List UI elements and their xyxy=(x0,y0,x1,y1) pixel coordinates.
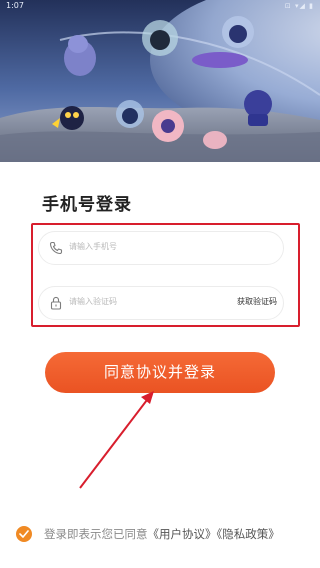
agreement-text: 登录即表示您已同意《用户协议》《隐私政策》 xyxy=(44,526,280,542)
verification-code-input[interactable]: 请输入验证码 获取验证码 xyxy=(38,286,284,320)
agree-and-login-button[interactable]: 同意协议并登录 xyxy=(45,352,275,393)
agreement-checkbox[interactable] xyxy=(16,526,32,542)
user-agreement-link[interactable]: 《用户协议》 xyxy=(148,527,217,541)
lock-icon xyxy=(48,295,64,311)
checkmark-icon xyxy=(19,530,29,538)
code-placeholder: 请输入验证码 xyxy=(69,297,117,306)
page-title: 手机号登录 xyxy=(42,195,132,215)
get-code-button[interactable]: 获取验证码 xyxy=(237,296,277,307)
phone-icon xyxy=(48,240,64,256)
login-screen: 1:07 ⊡ ▾◢ ▮ 手机号登录 请输入手机号 请输入验证码 获取验证码 同意… xyxy=(0,0,320,568)
hero-illustration: 1:07 ⊡ ▾◢ ▮ xyxy=(0,0,320,162)
status-icons: ⊡ ▾◢ ▮ xyxy=(284,2,314,10)
phone-input[interactable]: 请输入手机号 xyxy=(38,231,284,265)
phone-placeholder: 请输入手机号 xyxy=(69,242,117,251)
agreement-prefix: 登录即表示您已同意 xyxy=(44,527,148,541)
privacy-policy-link[interactable]: 《隐私政策》 xyxy=(217,527,280,541)
agreement-row: 登录即表示您已同意《用户协议》《隐私政策》 xyxy=(16,524,312,544)
status-bar: 1:07 ⊡ ▾◢ ▮ xyxy=(0,0,320,14)
status-time: 1:07 xyxy=(6,1,24,10)
